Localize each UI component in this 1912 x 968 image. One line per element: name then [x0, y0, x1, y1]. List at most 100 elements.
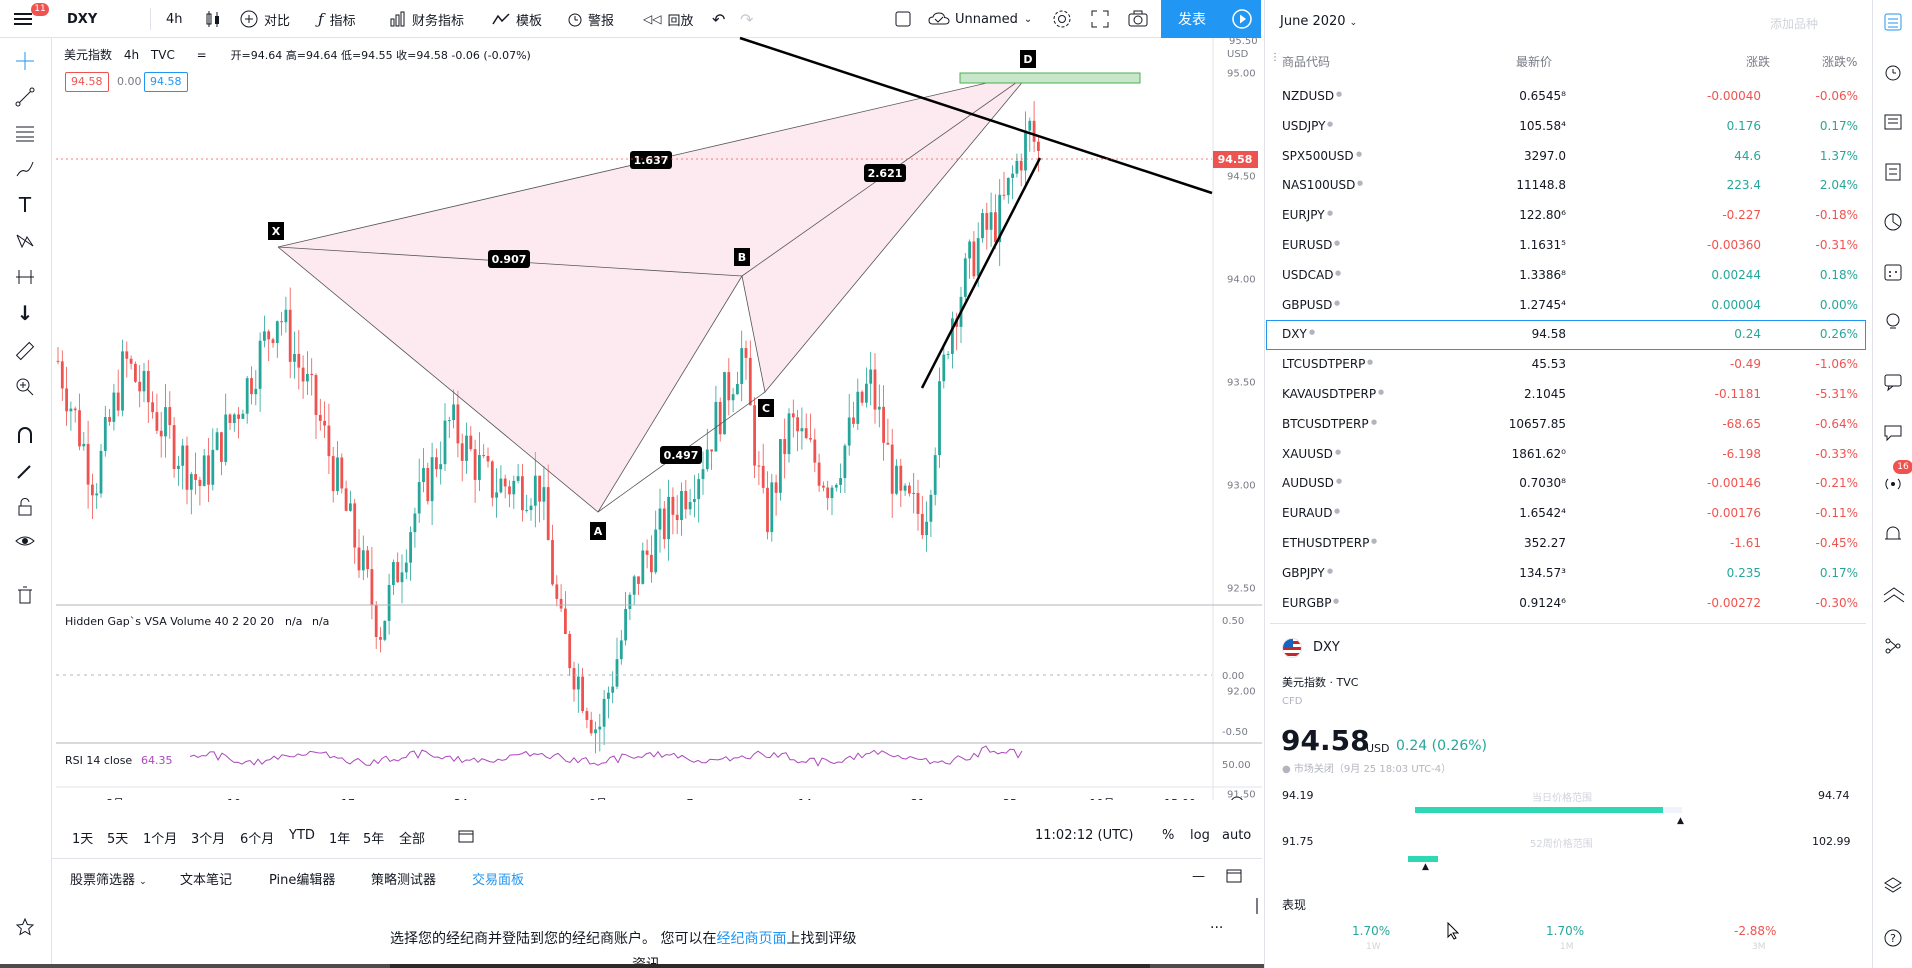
range-1m[interactable]: 1个月: [143, 828, 177, 847]
range-ytd[interactable]: YTD: [289, 828, 315, 843]
range-1y[interactable]: 1年: [329, 828, 350, 847]
notifications-bell-icon[interactable]: [1883, 524, 1903, 548]
range-all[interactable]: 全部: [399, 828, 425, 847]
candle-body: [486, 456, 490, 462]
support-trendline[interactable]: [920, 157, 1042, 389]
minimize-panel-button[interactable]: —: [1192, 869, 1205, 884]
details-symbol[interactable]: DXY: [1313, 640, 1340, 655]
tab-text-notes[interactable]: 文本笔记: [180, 869, 232, 888]
row-status-dot: ●: [1357, 179, 1364, 188]
broker-page-link[interactable]: 经纪商页面: [716, 931, 786, 947]
chevrons-icon[interactable]: [1883, 586, 1905, 608]
calendar-icon[interactable]: [1883, 262, 1903, 286]
watchlist-row[interactable]: EURUSD ● 1.1631⁵ -0.00360 -0.31%: [1270, 230, 1866, 260]
favorites-tool[interactable]: [12, 914, 38, 940]
watchlist-drag-icon[interactable]: ⋮: [1270, 52, 1280, 63]
candle-body: [267, 331, 271, 340]
watchlist-title[interactable]: June 2020 ⌄: [1280, 14, 1357, 29]
watchlist-row[interactable]: AUDUSD ● 0.7030⁸ -0.00146 -0.21%: [1270, 468, 1866, 498]
watchlist-row[interactable]: USDCAD ● 1.3386⁸ 0.00244 0.18%: [1270, 260, 1866, 290]
data-window-icon[interactable]: [1883, 162, 1903, 186]
chats-icon[interactable]: [1883, 372, 1903, 396]
watchlist-row[interactable]: LTCUSDTPERP ● 45.53 -0.49 -1.06%: [1270, 349, 1866, 379]
watchlist-row[interactable]: EURAUD ● 1.6542⁴ -0.00176 -0.11%: [1270, 498, 1866, 528]
watchlist-row[interactable]: SPX500USD ● 3297.0 44.6 1.37%: [1270, 141, 1866, 171]
watchlist-row[interactable]: XAUUSD ● 1861.62⁰ -6.198 -0.33%: [1270, 439, 1866, 469]
candle-body: [1037, 141, 1040, 151]
candle-body: [761, 465, 765, 488]
divider: [1270, 623, 1866, 624]
utc-clock[interactable]: 11:02:12 (UTC): [1035, 828, 1133, 843]
row-last-price: 134.57³: [1519, 565, 1566, 580]
target-zone-box[interactable]: [959, 72, 1141, 84]
percent-toggle[interactable]: %: [1162, 828, 1174, 843]
candle-body: [650, 554, 653, 573]
watchlist-row[interactable]: GBPJPY ● 134.57³ 0.235 0.17%: [1270, 558, 1866, 588]
candle-body: [490, 461, 494, 498]
tab-strategy-tester[interactable]: 策略测试器: [371, 869, 436, 888]
watchlist-row[interactable]: KAVAUSDTPERP ● 2.1045 -0.1181 -5.31%: [1270, 379, 1866, 409]
candle-body: [976, 238, 980, 277]
hotlist-icon[interactable]: [1883, 212, 1903, 236]
range-1d[interactable]: 1天: [72, 828, 93, 847]
range-6m[interactable]: 6个月: [240, 828, 274, 847]
candle-body: [890, 444, 894, 494]
price-chart[interactable]: X A B C D 1.637 2.621 0.907 0.497 95.50 …: [0, 0, 1262, 800]
panel-scrollbar[interactable]: [1256, 898, 1258, 914]
object-tree-icon[interactable]: [1883, 636, 1903, 660]
tab-trading-panel[interactable]: 交易面板: [472, 869, 524, 888]
day-range-fill: [1415, 807, 1664, 813]
candle-body: [740, 348, 744, 384]
svg-text:C: C: [762, 402, 770, 415]
watchlist-row[interactable]: ETHUSDTPERP ● 352.27 -1.61 -0.45%: [1270, 528, 1866, 558]
time-tick: 25: [1003, 797, 1017, 800]
time-axis[interactable]: 8月 10 17 24 9月 7 14 21 25 10月 15:00: [106, 797, 1196, 800]
range-5d[interactable]: 5天: [107, 828, 128, 847]
candle-body: [796, 417, 799, 432]
ideas-bulb-icon[interactable]: [1883, 312, 1903, 336]
layers-icon[interactable]: [1883, 876, 1903, 900]
day-range-track: [1415, 807, 1682, 813]
candle-body: [723, 372, 726, 435]
add-symbol-button[interactable]: 添加品种: [1770, 15, 1818, 32]
watchlist-row[interactable]: NZDUSD ● 0.6545⁸ -0.00040 -0.06%: [1270, 81, 1866, 111]
streams-icon[interactable]: [1883, 474, 1903, 498]
watchlist-row[interactable]: USDJPY ● 105.58⁴ 0.176 0.17%: [1270, 111, 1866, 141]
watchlist-row[interactable]: NAS100USD ● 11148.8 223.4 2.04%: [1270, 170, 1866, 200]
legend-symbol-name[interactable]: 美元指数: [64, 48, 112, 62]
candle-body: [873, 369, 877, 410]
ask-price-box[interactable]: 94.58: [144, 72, 188, 92]
tab-pine-editor[interactable]: Pine编辑器: [269, 869, 335, 888]
header-change[interactable]: 涨跌: [1746, 53, 1770, 70]
ratio-ac-label: 0.497: [660, 446, 702, 464]
row-status-dot: ●: [1367, 358, 1374, 367]
watchlist-row[interactable]: EURGBP ● 0.9124⁶ -0.00272 -0.30%: [1270, 588, 1866, 618]
log-toggle[interactable]: log: [1190, 828, 1210, 843]
help-icon[interactable]: ?: [1883, 928, 1903, 952]
tab-screener[interactable]: 股票筛选器 ⌄: [70, 869, 147, 888]
svg-text:0.497: 0.497: [664, 449, 699, 462]
bid-price-box[interactable]: 94.58: [65, 72, 109, 92]
goto-date-button[interactable]: [458, 828, 474, 848]
news-icon[interactable]: [1883, 112, 1903, 136]
maximize-icon: [1226, 869, 1242, 883]
watchlist-row[interactable]: EURJPY ● 122.80⁶ -0.227 -0.18%: [1270, 200, 1866, 230]
maximize-panel-button[interactable]: [1226, 869, 1242, 887]
minimize-icon: —: [1192, 869, 1205, 884]
header-last[interactable]: 最新价: [1516, 53, 1552, 70]
header-change-pct[interactable]: 涨跌%: [1822, 53, 1857, 70]
auto-toggle[interactable]: auto: [1222, 828, 1251, 843]
alert-clock-icon[interactable]: [1883, 62, 1903, 86]
watchlist-icon[interactable]: [1883, 12, 1903, 36]
candle-body: [482, 455, 486, 457]
more-options-icon[interactable]: ···: [1210, 920, 1223, 936]
watchlist-row[interactable]: BTCUSDTPERP ● 10657.85 -68.65 -0.64%: [1270, 409, 1866, 439]
right-sidebar: 16 ?: [1872, 0, 1912, 968]
watchlist-row[interactable]: GBPUSD ● 1.2745⁴ 0.00004 0.00%: [1270, 290, 1866, 320]
range-3m[interactable]: 3个月: [191, 828, 225, 847]
candle-body: [237, 414, 240, 419]
messages-icon[interactable]: [1883, 422, 1903, 446]
range-5y[interactable]: 5年: [363, 828, 384, 847]
candle-body: [538, 475, 541, 502]
header-symbol[interactable]: 商品代码: [1282, 53, 1330, 70]
